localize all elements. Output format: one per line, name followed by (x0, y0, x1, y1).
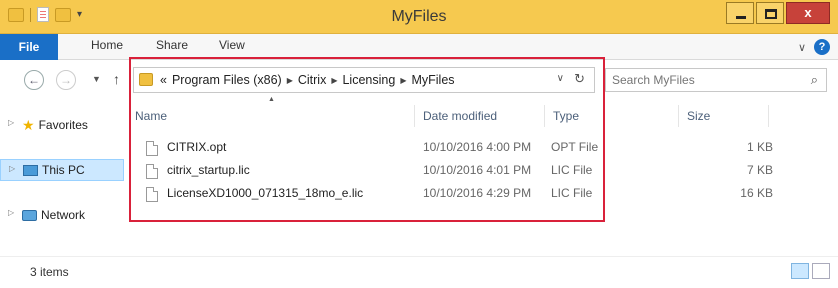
chevron-right-icon[interactable]: ▶ (287, 73, 293, 88)
window-title: MyFiles (391, 8, 447, 25)
table-row[interactable]: LicenseXD1000_071315_18mo_e.lic 10/10/20… (137, 184, 837, 204)
network-icon (22, 209, 37, 221)
file-size: 1 KB (746, 140, 773, 154)
table-row[interactable]: citrix_startup.lic 10/10/2016 4:01 PM LI… (137, 161, 837, 181)
column-header-name[interactable]: Name (131, 105, 415, 127)
breadcrumb: « Program Files (x86) ▶ Citrix ▶ Licensi… (160, 73, 455, 88)
status-bar: 3 items (0, 256, 838, 288)
file-type: LIC File (551, 163, 593, 177)
file-date: 10/10/2016 4:29 PM (423, 186, 532, 200)
navigation-pane: ▷ ★ Favorites ▷ This PC ▷ Network (0, 100, 128, 255)
file-date: 10/10/2016 4:01 PM (423, 163, 532, 177)
view-switcher (791, 263, 830, 279)
nav-item-this-pc[interactable]: ▷ This PC (0, 159, 124, 181)
column-header-size[interactable]: Size (683, 105, 769, 127)
expand-ribbon-chevron-icon[interactable]: ∨ (798, 41, 806, 54)
file-date: 10/10/2016 4:00 PM (423, 140, 532, 154)
star-icon: ★ (22, 116, 35, 133)
refresh-icon[interactable]: ↻ (574, 71, 585, 87)
recent-locations-chevron-icon[interactable]: ▼ (92, 74, 101, 84)
expand-triangle-icon[interactable]: ▷ (8, 208, 14, 217)
file-name: citrix_startup.lic (167, 163, 250, 177)
file-size: 7 KB (746, 163, 773, 177)
computer-icon (23, 164, 38, 176)
file-type: OPT File (551, 140, 599, 154)
file-name: LicenseXD1000_071315_18mo_e.lic (167, 186, 364, 200)
address-bar[interactable]: « Program Files (x86) ▶ Citrix ▶ Licensi… (133, 67, 595, 93)
expand-triangle-icon[interactable]: ▷ (8, 118, 14, 127)
nav-item-label: This PC (42, 163, 85, 177)
window-controls: x (726, 2, 830, 24)
file-icon (146, 141, 158, 156)
nav-item-network[interactable]: ▷ Network (0, 204, 124, 226)
nav-item-label: Favorites (38, 118, 88, 132)
breadcrumb-citrix[interactable]: Citrix (298, 73, 326, 88)
file-size: 16 KB (740, 186, 773, 200)
forward-button[interactable]: → (56, 70, 76, 90)
tab-view[interactable]: View (219, 38, 245, 52)
details-view-icon[interactable] (791, 263, 809, 279)
search-box[interactable]: ⌕ (605, 68, 827, 92)
navigation-row: ← → ▼ ↑ « Program Files (x86) ▶ Citrix ▶… (0, 61, 838, 99)
maximize-button[interactable] (756, 2, 784, 24)
nav-item-label: Network (41, 208, 86, 222)
file-name: CITRIX.opt (167, 140, 227, 154)
file-icon (146, 164, 158, 179)
table-row[interactable]: CITRIX.opt 10/10/2016 4:00 PM OPT File 1… (137, 138, 837, 158)
maximize-icon (765, 9, 777, 19)
expand-triangle-icon[interactable]: ▷ (9, 164, 15, 173)
search-icon[interactable]: ⌕ (811, 72, 818, 88)
nav-item-favorites[interactable]: ▷ ★ Favorites (0, 114, 124, 136)
minimize-icon (736, 16, 746, 19)
breadcrumb-licensing[interactable]: Licensing (342, 73, 395, 88)
address-history-chevron-icon[interactable]: ∨ (557, 73, 564, 84)
close-button[interactable]: x (786, 2, 830, 24)
chevron-right-icon[interactable]: ▶ (400, 73, 406, 88)
file-type: LIC File (551, 186, 593, 200)
ribbon-controls: ∨ ? (798, 39, 830, 55)
folder-icon (139, 73, 153, 86)
help-icon[interactable]: ? (814, 39, 830, 55)
breadcrumb-program-files[interactable]: Program Files (x86) (172, 73, 282, 88)
search-input[interactable] (606, 69, 796, 91)
ribbon-tabs: File Home Share View ∨ ? (0, 34, 838, 60)
tab-file[interactable]: File (0, 34, 58, 60)
tab-home[interactable]: Home (91, 38, 123, 52)
breadcrumb-myfiles[interactable]: MyFiles (411, 73, 454, 88)
large-icons-view-icon[interactable] (812, 263, 830, 279)
title-bar: ▾ MyFiles x (0, 0, 838, 34)
chevron-right-icon[interactable]: ▶ (331, 73, 337, 88)
tab-share[interactable]: Share (156, 38, 188, 52)
up-arrow-icon[interactable]: ↑ (113, 71, 120, 87)
minimize-button[interactable] (726, 2, 754, 24)
breadcrumb-overflow[interactable]: « (160, 73, 167, 88)
item-count: 3 items (30, 265, 69, 279)
sort-ascending-icon: ▲ (268, 96, 275, 103)
column-header-date-modified[interactable]: Date modified (419, 105, 545, 127)
file-list: ▲ Name Date modified Type Size CITRIX.op… (131, 96, 838, 255)
back-button[interactable]: ← (24, 70, 44, 90)
column-header-type[interactable]: Type (549, 105, 679, 127)
file-icon (146, 187, 158, 202)
